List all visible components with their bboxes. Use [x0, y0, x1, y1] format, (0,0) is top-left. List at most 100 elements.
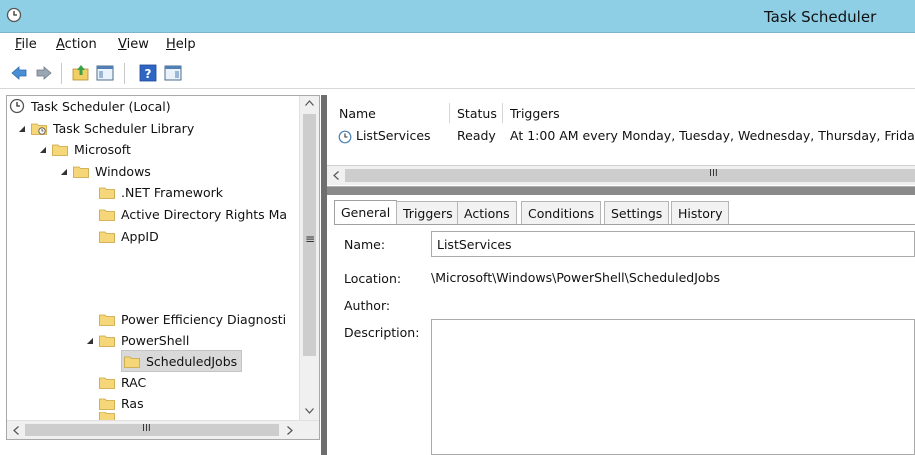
tree-item-label: ScheduledJobs — [146, 353, 238, 369]
expanded-arrow-icon[interactable]: ◢ — [85, 336, 95, 345]
task-name: ListServices — [356, 128, 431, 143]
name-label: Name: — [344, 237, 386, 252]
folder-icon — [99, 314, 115, 326]
tree-item-active-directory-rights[interactable]: Active Directory Rights Ma — [99, 204, 287, 224]
tree-item-label: RAC — [121, 374, 147, 390]
toolbar: ? — [0, 57, 915, 89]
toolbar-separator — [61, 63, 62, 84]
horizontal-pane-splitter[interactable] — [327, 187, 915, 195]
folder-icon — [99, 335, 115, 347]
tab-label: Actions — [464, 206, 510, 221]
scroll-grip-icon: ≡ — [305, 232, 316, 246]
description-label: Description: — [344, 325, 420, 340]
tab-label: General — [341, 205, 391, 220]
help-icon[interactable]: ? — [139, 64, 157, 82]
tree-item-windows[interactable]: ◢ Windows — [59, 161, 151, 181]
column-header-status[interactable]: Status — [457, 106, 497, 121]
tab-settings[interactable]: Settings — [604, 201, 670, 224]
tab-underline — [334, 224, 915, 225]
tree-item-label: .NET Framework — [121, 184, 224, 200]
tree-item-net-framework[interactable]: .NET Framework — [99, 182, 223, 202]
scroll-thumb[interactable] — [25, 424, 279, 436]
tree-item-label: Active Directory Rights Ma — [121, 206, 288, 222]
scroll-down-icon[interactable] — [305, 408, 314, 414]
tab-label: Settings — [611, 206, 663, 221]
menu-view[interactable]: View — [118, 37, 149, 52]
library-folder-icon — [31, 123, 47, 135]
column-header-triggers[interactable]: Triggers — [510, 106, 560, 121]
column-divider[interactable] — [449, 103, 450, 123]
expanded-arrow-icon[interactable]: ◢ — [59, 167, 69, 176]
tree-item-label: Task Scheduler Library — [53, 120, 195, 136]
task-details-pane: General Triggers Actions Conditions Sett… — [327, 195, 915, 455]
tree-item-scheduledjobs-selected[interactable]: ScheduledJobs — [121, 350, 243, 372]
tab-conditions[interactable]: Conditions — [521, 201, 602, 224]
name-field[interactable]: ListServices — [431, 231, 915, 257]
location-value: \Microsoft\Windows\PowerShell\ScheduledJ… — [431, 270, 720, 285]
tab-actions[interactable]: Actions — [457, 201, 517, 224]
tree-item-power-efficiency[interactable]: Power Efficiency Diagnosti — [99, 309, 286, 329]
column-header-name[interactable]: Name — [339, 106, 376, 121]
action-pane-icon[interactable] — [164, 64, 182, 82]
scroll-left-icon[interactable] — [333, 171, 339, 180]
tree-item-partial[interactable] — [99, 412, 121, 420]
folder-up-icon[interactable] — [72, 64, 90, 82]
menu-bar: File Action View Help — [0, 33, 915, 57]
tree-item-powershell[interactable]: ◢ PowerShell — [85, 330, 189, 350]
task-clock-icon — [338, 130, 352, 144]
folder-icon — [99, 398, 115, 410]
tree-item-label: Task Scheduler (Local) — [31, 98, 171, 114]
tree-vertical-scrollbar[interactable]: ≡ — [299, 96, 319, 420]
folder-icon — [73, 166, 89, 178]
folder-icon — [99, 209, 115, 221]
menu-action[interactable]: Action — [56, 37, 97, 52]
forward-arrow-icon[interactable] — [35, 64, 53, 82]
tree-item-rac[interactable]: RAC — [99, 372, 146, 392]
tree-item-ras[interactable]: Ras — [99, 393, 144, 413]
scroll-grip-icon: III — [142, 423, 151, 434]
tab-label: History — [678, 206, 723, 221]
tree-item-label: AppID — [121, 228, 159, 244]
tab-triggers[interactable]: Triggers — [396, 201, 460, 224]
scroll-up-icon[interactable] — [305, 100, 314, 106]
name-value: ListServices — [437, 237, 512, 252]
back-arrow-icon[interactable] — [10, 64, 28, 82]
tab-label: Triggers — [403, 206, 453, 221]
menu-help[interactable]: Help — [166, 37, 196, 52]
menu-file[interactable]: File — [15, 37, 37, 52]
expanded-arrow-icon[interactable]: ◢ — [38, 145, 48, 154]
location-label: Location: — [344, 271, 402, 286]
task-scheduler-clock-icon[interactable] — [6, 7, 22, 23]
tree-item-label: Ras — [121, 395, 144, 411]
task-triggers: At 1:00 AM every Monday, Tuesday, Wednes… — [510, 128, 915, 143]
description-field[interactable] — [431, 319, 915, 455]
tab-general[interactable]: General — [334, 200, 398, 225]
tree-item-appid[interactable]: AppID — [99, 226, 159, 246]
tree-item-microsoft[interactable]: ◢ Microsoft — [38, 139, 131, 159]
folder-icon — [99, 412, 115, 420]
expanded-arrow-icon[interactable]: ◢ — [17, 124, 27, 133]
window-title: Task Scheduler — [764, 8, 877, 26]
scroll-left-icon[interactable] — [13, 426, 19, 435]
title-bar: Task Scheduler — [0, 0, 915, 33]
console-tree-icon[interactable] — [96, 64, 114, 82]
tree-item-label: Windows — [95, 163, 151, 179]
author-label: Author: — [344, 298, 391, 313]
column-divider[interactable] — [502, 103, 503, 123]
toolbar-separator — [124, 63, 125, 84]
tab-history[interactable]: History — [671, 201, 730, 224]
tree-horizontal-scrollbar[interactable]: III — [7, 420, 319, 439]
svg-text:?: ? — [145, 67, 152, 81]
scroll-right-icon[interactable] — [287, 426, 293, 435]
tab-label: Conditions — [528, 206, 595, 221]
tree-item-task-scheduler-local[interactable]: Task Scheduler (Local) — [9, 96, 171, 116]
scroll-grip-icon: III — [709, 168, 718, 179]
folder-icon — [124, 356, 140, 368]
folder-icon — [99, 377, 115, 389]
tree-item-label: Microsoft — [74, 141, 131, 157]
tree-item-task-scheduler-library[interactable]: ◢ Task Scheduler Library — [17, 118, 194, 138]
scroll-thumb[interactable] — [345, 169, 915, 182]
console-tree: Task Scheduler (Local) ◢ Task Scheduler … — [6, 95, 320, 440]
task-list-horizontal-scrollbar[interactable]: III — [327, 165, 915, 185]
folder-icon — [52, 144, 68, 156]
